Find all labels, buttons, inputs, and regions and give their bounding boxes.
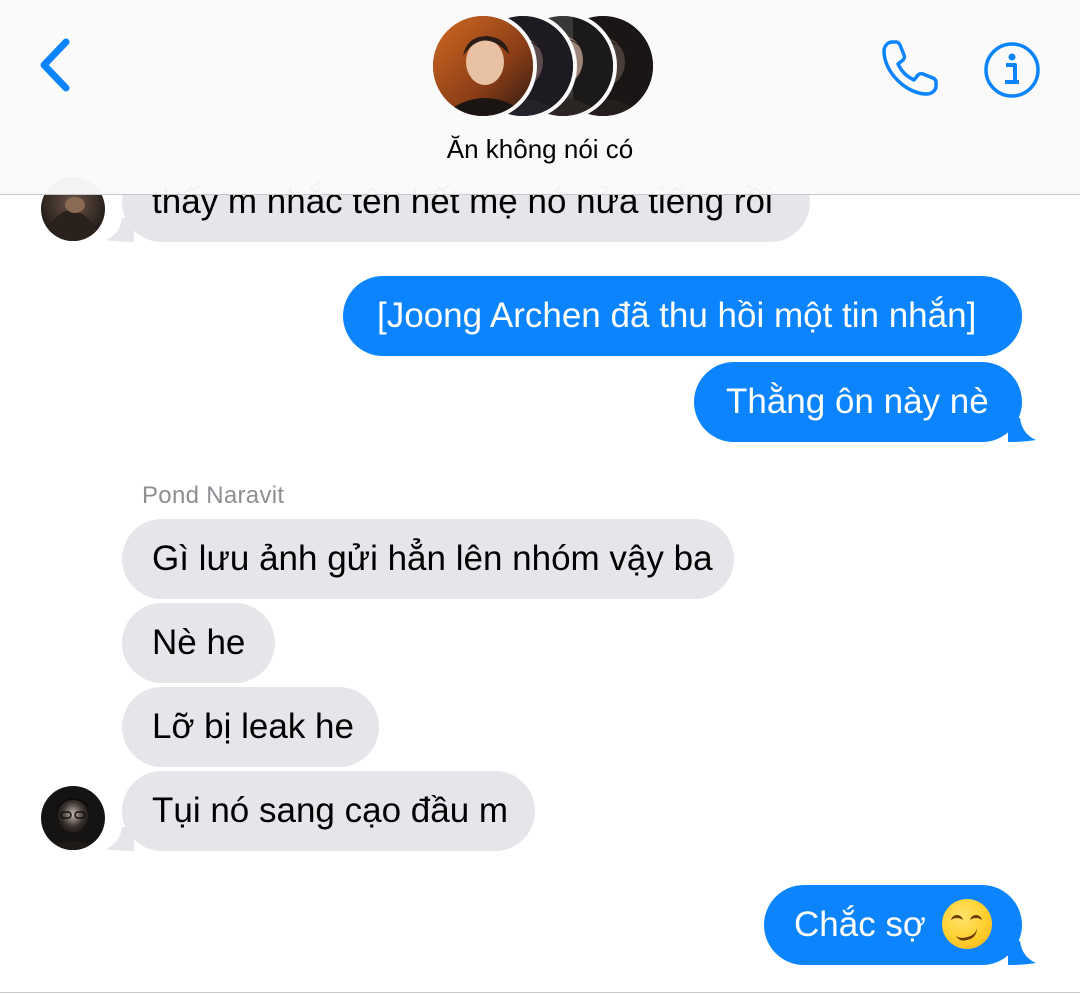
message-bubble-incoming[interactable]: Nè he <box>122 603 275 683</box>
message-bubble-outgoing[interactable]: Chắc sợ <box>764 885 1022 965</box>
message-bubble-incoming[interactable]: Lỡ bị leak he <box>122 687 379 767</box>
bubble-tail <box>1008 418 1036 442</box>
message-text: Tụi nó sang cạo đầu m <box>152 791 509 830</box>
message-bubble-incoming[interactable]: Gì lưu ảnh gửi hẳn lên nhóm vậy ba <box>122 519 734 599</box>
conversation-header: Ăn không nói có <box>0 0 1080 195</box>
phone-icon <box>882 40 938 96</box>
bubble-tail <box>1008 941 1036 965</box>
message-text: Nè he <box>152 623 246 662</box>
bubble-tail <box>106 827 134 851</box>
message-bubble-incoming[interactable]: Tụi nó sang cạo đầu m <box>122 771 535 851</box>
message-bubble-outgoing[interactable]: [Joong Archen đã thu hồi một tin nhắn] <box>343 276 1022 356</box>
sender-name: Pond Naravit <box>142 482 285 509</box>
member-avatar <box>429 12 537 120</box>
bubble-tail <box>106 218 134 242</box>
message-text: [Joong Archen đã thu hồi một tin nhắn] <box>377 296 977 335</box>
composer-divider <box>0 992 1080 993</box>
back-button[interactable] <box>30 34 80 96</box>
group-avatar-stack[interactable] <box>425 8 657 120</box>
messenger-screen: thấy m nhắc tên hết mẹ nó nửa tiếng rồi … <box>0 0 1080 994</box>
message-text: Lỡ bị leak he <box>152 707 354 746</box>
conversation-title[interactable]: Ăn không nói có <box>0 134 1080 165</box>
call-button[interactable] <box>878 36 942 100</box>
message-text: Thằng ôn này nè <box>726 382 989 421</box>
message-text: Chắc sợ <box>794 905 926 944</box>
smirking-face-emoji <box>941 898 992 949</box>
info-button[interactable] <box>982 40 1042 100</box>
message-bubble-outgoing[interactable]: Thằng ôn này nè <box>694 362 1022 442</box>
message-text: Gì lưu ảnh gửi hẳn lên nhóm vậy ba <box>152 539 713 578</box>
chevron-left-icon <box>40 38 70 92</box>
sender-avatar[interactable] <box>41 786 105 850</box>
info-icon <box>984 42 1040 98</box>
